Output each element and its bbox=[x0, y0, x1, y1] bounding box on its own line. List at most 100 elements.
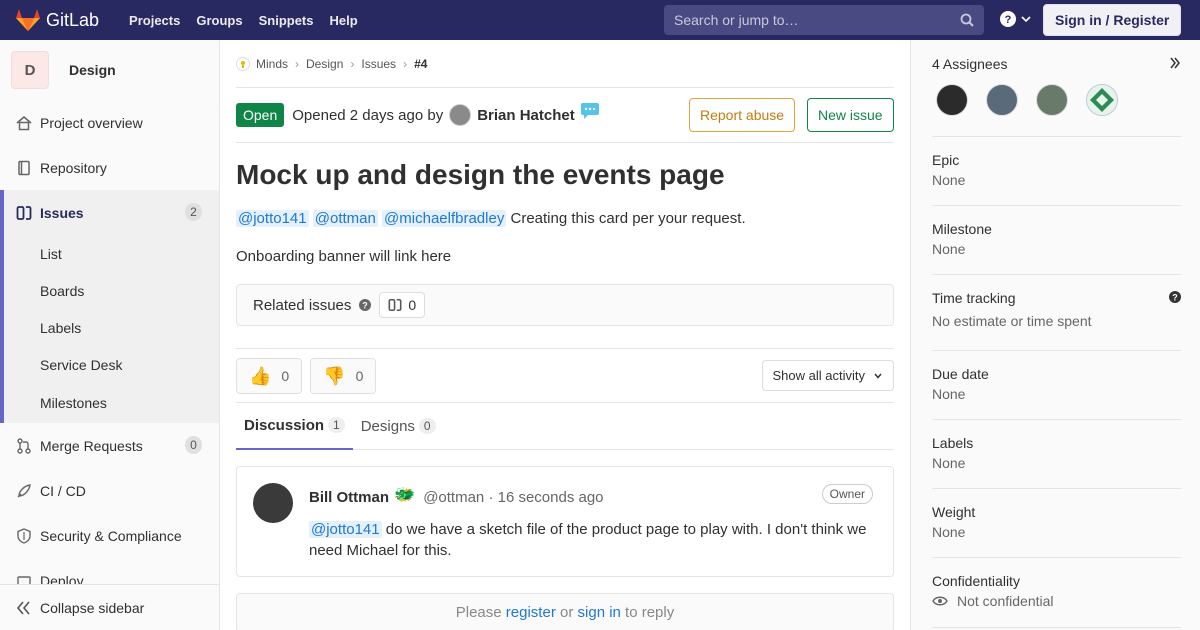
weight-block: Weight None bbox=[932, 489, 1181, 558]
merge-requests-count-badge: 0 bbox=[185, 436, 202, 454]
assignee-avatars bbox=[932, 84, 1181, 116]
issue-author-link[interactable]: Brian Hatchet bbox=[477, 107, 575, 124]
search-input[interactable] bbox=[674, 12, 960, 28]
nav-projects[interactable]: Projects bbox=[129, 13, 180, 28]
sidebar-item-label: CI / CD bbox=[40, 482, 86, 499]
eye-icon bbox=[932, 596, 948, 606]
thumbs-down-button[interactable]: 👎 0 bbox=[310, 358, 377, 394]
note-body: @jotto141 do we have a sketch file of th… bbox=[309, 519, 883, 561]
confidentiality-block: Confidentiality Not confidential bbox=[932, 558, 1181, 628]
tab-designs[interactable]: Designs 0 bbox=[353, 402, 444, 450]
sign-in-register-button[interactable]: Sign in / Register bbox=[1043, 4, 1182, 36]
sidebar-subitem-boards[interactable]: Boards bbox=[4, 272, 219, 309]
chevron-down-icon bbox=[1021, 16, 1031, 23]
nav-help[interactable]: Help bbox=[330, 13, 358, 28]
svg-text:?: ? bbox=[363, 301, 369, 311]
user-mention[interactable]: @michaelfbradley bbox=[382, 210, 507, 227]
report-abuse-button[interactable]: Report abuse bbox=[689, 98, 796, 132]
labels-block: Labels None bbox=[932, 420, 1181, 489]
breadcrumb-project[interactable]: Design bbox=[306, 57, 343, 71]
tab-count: 0 bbox=[418, 418, 436, 434]
sidebar-item-issues[interactable]: Issues 2 bbox=[4, 190, 219, 235]
labels-value: None bbox=[932, 455, 966, 471]
note-author-link[interactable]: Bill Ottman bbox=[309, 489, 389, 506]
question-circle-icon[interactable]: ? bbox=[359, 299, 372, 311]
question-circle-icon[interactable]: ? bbox=[1169, 291, 1181, 303]
issue-opened-info: Opened 2 days ago by Brian Hatchet bbox=[292, 103, 599, 126]
breadcrumb-group[interactable]: Minds bbox=[256, 57, 288, 71]
assignee-avatar[interactable] bbox=[1036, 84, 1068, 116]
search-icon bbox=[960, 13, 974, 27]
breadcrumb-issues[interactable]: Issues bbox=[361, 57, 396, 71]
gitlab-logo[interactable]: GitLab bbox=[16, 9, 99, 31]
weight-value: None bbox=[932, 524, 966, 540]
sidebar-subitem-service-desk[interactable]: Service Desk bbox=[4, 346, 219, 383]
double-chevron-left-icon bbox=[16, 600, 30, 615]
nav-snippets[interactable]: Snippets bbox=[259, 13, 314, 28]
sidebar-item-label: Project overview bbox=[40, 114, 143, 131]
identicon-icon bbox=[1090, 88, 1114, 112]
thumbs-up-count: 0 bbox=[281, 368, 290, 384]
reply-or: or bbox=[560, 604, 574, 621]
award-emoji-bar: 👍 0 👎 0 Show all activity bbox=[236, 348, 894, 402]
epic-value: None bbox=[932, 172, 966, 188]
project-sidebar: D Design Project overview Repository Iss… bbox=[0, 40, 220, 630]
weight-title: Weight bbox=[932, 504, 976, 520]
note-text: do we have a sketch file of the product … bbox=[309, 521, 867, 559]
assignee-avatar[interactable] bbox=[986, 84, 1018, 116]
assignee-avatar[interactable] bbox=[936, 84, 968, 116]
assignee-avatar[interactable] bbox=[1086, 84, 1118, 116]
nav-groups[interactable]: Groups bbox=[196, 13, 242, 28]
sidebar-subitem-milestones[interactable]: Milestones bbox=[4, 383, 219, 423]
project-header[interactable]: D Design bbox=[0, 40, 219, 100]
issue-header: Open Opened 2 days ago by Brian Hatchet … bbox=[236, 88, 894, 143]
issue-main: Minds › Design › Issues › #4 Open Opened… bbox=[236, 40, 894, 630]
sidebar-subitem-list[interactable]: List bbox=[4, 235, 219, 272]
breadcrumb-issue-id[interactable]: #4 bbox=[414, 57, 427, 71]
activity-filter-dropdown[interactable]: Show all activity bbox=[761, 360, 894, 391]
collapse-sidebar-button[interactable]: Collapse sidebar bbox=[0, 584, 219, 630]
double-chevron-right-icon[interactable] bbox=[1169, 57, 1181, 69]
user-mention[interactable]: @ottman bbox=[312, 210, 378, 227]
collapse-sidebar-label: Collapse sidebar bbox=[40, 599, 145, 616]
reply-prompt: Please register or sign in to reply bbox=[236, 593, 894, 630]
confidentiality-row: Not confidential bbox=[932, 593, 1181, 609]
thumbs-up-button[interactable]: 👍 0 bbox=[236, 358, 303, 394]
register-link[interactable]: register bbox=[506, 604, 556, 621]
sidebar-item-ci-cd[interactable]: CI / CD bbox=[0, 468, 219, 513]
book-icon bbox=[16, 160, 32, 176]
tab-discussion[interactable]: Discussion 1 bbox=[236, 402, 353, 450]
labels-title: Labels bbox=[932, 435, 974, 451]
sidebar-item-label: Merge Requests bbox=[40, 437, 143, 454]
issue-right-sidebar: 4 Assignees Epic None Milestone None Tim… bbox=[910, 40, 1200, 630]
help-dropdown[interactable]: ? bbox=[1000, 11, 1032, 27]
sidebar-item-repository[interactable]: Repository bbox=[0, 145, 219, 190]
sidebar-item-merge-requests[interactable]: Merge Requests 0 bbox=[0, 423, 219, 468]
new-issue-button[interactable]: New issue bbox=[807, 98, 894, 132]
reply-prefix: Please bbox=[455, 604, 502, 621]
issue-tabs: Discussion 1 Designs 0 bbox=[236, 402, 894, 450]
sidebar-item-label: Issues bbox=[40, 204, 84, 221]
note-author-avatar[interactable] bbox=[253, 483, 293, 523]
thumbs-down-icon: 👎 bbox=[323, 365, 346, 386]
issues-icon bbox=[388, 298, 402, 312]
related-issues-count[interactable]: 0 bbox=[379, 292, 426, 318]
project-name: Design bbox=[69, 62, 116, 78]
due-date-title: Due date bbox=[932, 366, 989, 382]
search-box bbox=[664, 5, 984, 35]
sidebar-item-security-compliance[interactable]: Security & Compliance bbox=[0, 513, 219, 558]
user-mention[interactable]: @jotto141 bbox=[309, 521, 382, 538]
author-avatar[interactable] bbox=[449, 104, 472, 126]
due-date-value: None bbox=[932, 386, 966, 402]
time-tracking-title: Time tracking bbox=[932, 290, 1016, 306]
user-mention[interactable]: @jotto141 bbox=[236, 210, 309, 227]
related-issues-block: Related issues ? 0 bbox=[236, 284, 894, 326]
opened-text: Opened 2 days ago by bbox=[292, 106, 444, 124]
sign-in-link[interactable]: sign in bbox=[578, 604, 621, 621]
description-text: Creating this card per your request. bbox=[506, 210, 746, 227]
sidebar-item-project-overview[interactable]: Project overview bbox=[0, 100, 219, 145]
sidebar-subitem-labels[interactable]: Labels bbox=[4, 309, 219, 346]
tab-count: 1 bbox=[328, 417, 345, 433]
breadcrumb: Minds › Design › Issues › #4 bbox=[236, 40, 894, 88]
time-tracking-block: Time tracking ? No estimate or time spen… bbox=[932, 275, 1181, 351]
